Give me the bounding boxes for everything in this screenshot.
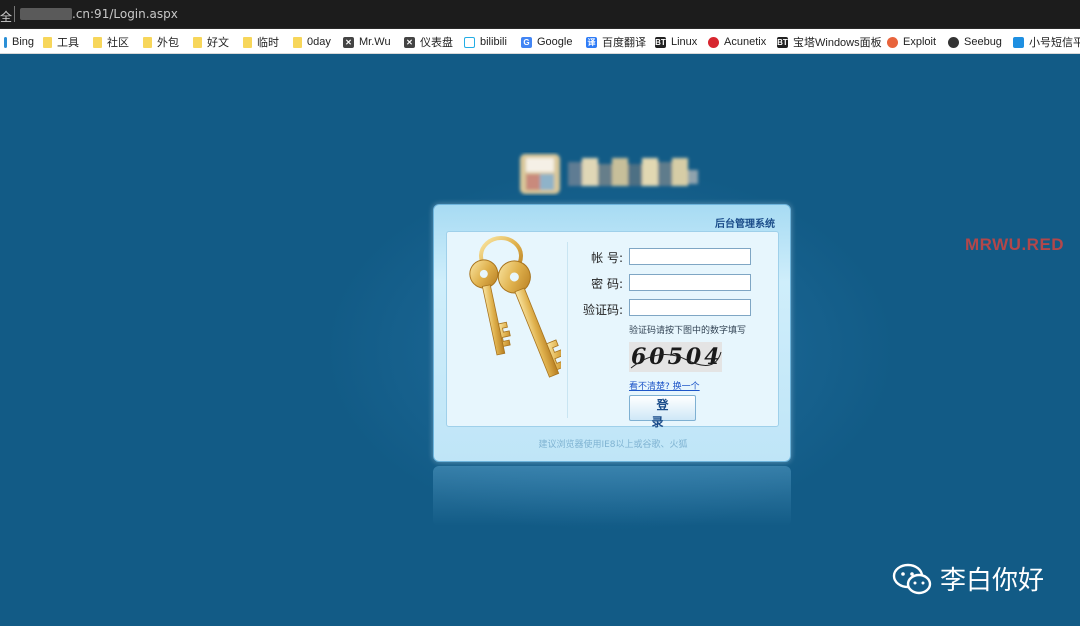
panel-reflection bbox=[433, 466, 791, 526]
bookmark-label: Acunetix bbox=[724, 36, 767, 48]
keys-icon bbox=[469, 236, 561, 378]
bookmark-label: 外包 bbox=[157, 37, 179, 49]
bookmark-bing[interactable]: Bing bbox=[4, 34, 34, 50]
bookmark-temp[interactable]: 临时 bbox=[243, 34, 279, 50]
bt-icon: BT bbox=[655, 36, 666, 48]
bookmark-label: Exploit bbox=[903, 36, 937, 48]
sms-icon bbox=[1013, 36, 1024, 48]
url-text[interactable]: .cn:91/Login.aspx bbox=[72, 7, 178, 21]
bookmark-google[interactable]: G Google bbox=[521, 34, 572, 50]
bookmark-label: 工具 bbox=[57, 37, 79, 49]
bookmark-bilibili[interactable]: bilibili bbox=[464, 34, 507, 50]
exploit-icon bbox=[887, 36, 898, 48]
captcha-label: 验证码: bbox=[582, 303, 623, 317]
bookmark-exploit[interactable]: Exploit bbox=[887, 34, 936, 50]
bookmark-label: Linux bbox=[671, 36, 698, 48]
username-label: 帐 号: bbox=[591, 251, 623, 265]
bookmark-label: 临时 bbox=[257, 37, 279, 49]
folder-icon bbox=[43, 36, 52, 48]
captcha-refresh: 看不清楚? 换一个 bbox=[629, 379, 700, 392]
captcha-input[interactable] bbox=[629, 299, 751, 316]
captcha-refresh-link[interactable]: 看不清楚? 换一个 bbox=[629, 382, 700, 392]
address-separator bbox=[14, 6, 15, 22]
captcha-image[interactable]: 60504 bbox=[629, 342, 722, 372]
bookmark-dashboard[interactable]: ✕ 仪表盘 bbox=[404, 34, 453, 50]
folder-icon bbox=[143, 36, 152, 48]
bookmark-label: 好文 bbox=[207, 37, 229, 49]
bookmark-label: Seebug bbox=[964, 36, 1002, 48]
captcha-noise bbox=[630, 351, 722, 369]
acunetix-icon bbox=[708, 36, 719, 48]
seebug-icon bbox=[948, 36, 959, 48]
browser-recommendation: 建议浏览器使用IE8以上或谷歌、火狐 bbox=[538, 440, 688, 450]
address-bar[interactable]: 全 .cn:91/Login.aspx bbox=[0, 0, 1080, 29]
bookmark-label: Mr.Wu bbox=[359, 36, 391, 48]
login-form: 帐 号: 密 码: 验证码: 验证码请按下图中的数字填写 60504 看不清楚?… bbox=[446, 231, 779, 429]
bookmarks-bar: Bing 工具 社区 外包 好文 临时 0day ✕ Mr.Wu ✕ 仪表盘 b… bbox=[0, 29, 1080, 54]
bookmark-sms[interactable]: 小号短信平台 bbox=[1013, 34, 1080, 50]
bookmark-label: 0day bbox=[307, 36, 331, 48]
password-label: 密 码: bbox=[591, 277, 623, 291]
captcha-hint: 验证码请按下图中的数字填写 bbox=[629, 326, 747, 336]
site-watermark: MRWU.RED bbox=[965, 235, 1065, 254]
username-input[interactable] bbox=[629, 248, 751, 265]
bookmark-articles[interactable]: 好文 bbox=[193, 34, 229, 50]
folder-icon bbox=[293, 36, 302, 48]
bookmark-linux[interactable]: BT Linux bbox=[655, 34, 697, 50]
bookmark-label: 宝塔Windows面板 bbox=[793, 37, 882, 49]
bookmark-label: bilibili bbox=[480, 36, 507, 48]
bookmark-outsourcing[interactable]: 外包 bbox=[143, 34, 179, 50]
bookmark-acunetix[interactable]: Acunetix bbox=[708, 34, 766, 50]
bt-icon: BT bbox=[777, 36, 788, 48]
user-icon: ✕ bbox=[343, 36, 354, 48]
site-logo bbox=[516, 152, 702, 196]
redacted-host bbox=[20, 8, 72, 20]
baidu-translate-icon: 译 bbox=[586, 36, 597, 48]
login-button[interactable]: 登 录 bbox=[629, 395, 696, 429]
bookmark-tools[interactable]: 工具 bbox=[43, 34, 79, 50]
login-panel: 后台管理系统 帐 号: 密 码: 验证码: 验证码请按下图中的数字填写 6050… bbox=[433, 204, 791, 462]
bing-icon bbox=[4, 36, 7, 48]
security-indicator[interactable]: 全 bbox=[0, 8, 12, 25]
bookmark-label: Google bbox=[537, 36, 573, 48]
blurred-logo-image bbox=[520, 154, 698, 194]
wechat-watermark: 李白你好 bbox=[892, 560, 1044, 597]
bookmark-label: 百度翻译 bbox=[602, 37, 646, 49]
folder-icon bbox=[93, 36, 102, 48]
google-translate-icon: G bbox=[521, 36, 532, 48]
bookmark-community[interactable]: 社区 bbox=[93, 34, 129, 50]
folder-icon bbox=[193, 36, 202, 48]
bookmark-mrwu[interactable]: ✕ Mr.Wu bbox=[343, 34, 391, 50]
bookmark-label: 小号短信平台 bbox=[1029, 37, 1080, 49]
form-divider bbox=[567, 242, 568, 418]
bookmark-bt-windows[interactable]: BT 宝塔Windows面板 bbox=[777, 34, 882, 50]
panel-title: 后台管理系统 bbox=[715, 219, 775, 230]
bilibili-icon bbox=[464, 36, 475, 48]
bookmark-baidu-translate[interactable]: 译 百度翻译 bbox=[586, 34, 646, 50]
password-input[interactable] bbox=[629, 274, 751, 291]
bookmark-label: 社区 bbox=[107, 37, 129, 49]
wechat-icon bbox=[892, 563, 932, 594]
user-icon: ✕ bbox=[404, 36, 415, 48]
bookmark-label: 仪表盘 bbox=[420, 37, 453, 49]
folder-icon bbox=[243, 36, 252, 48]
wechat-account-name: 李白你好 bbox=[940, 566, 1045, 596]
bookmark-seebug[interactable]: Seebug bbox=[948, 34, 1002, 50]
bookmark-0day[interactable]: 0day bbox=[293, 34, 331, 50]
bookmark-label: Bing bbox=[12, 36, 35, 48]
